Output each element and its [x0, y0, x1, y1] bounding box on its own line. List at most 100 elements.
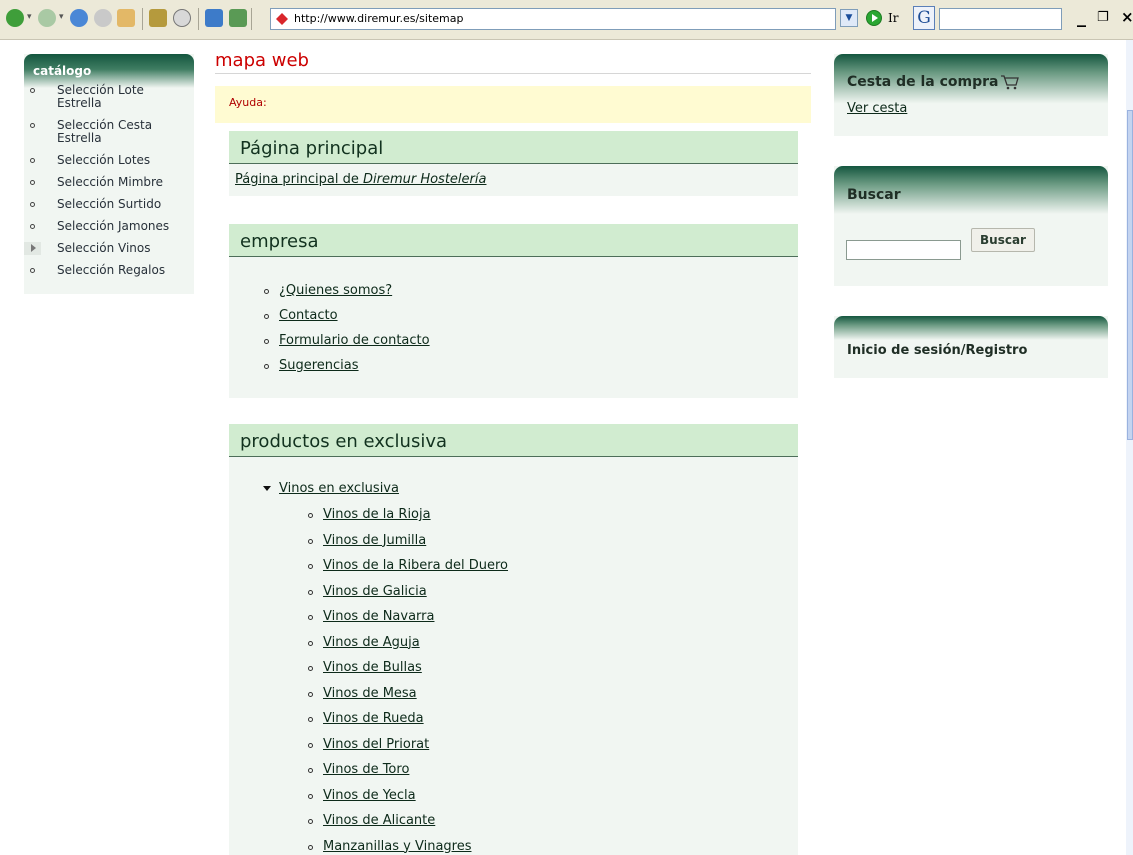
toolbar-separator — [251, 8, 252, 30]
product-link[interactable]: Vinos de Alicante — [323, 813, 435, 828]
home-link[interactable]: Página principal de Diremur Hostelería — [235, 172, 486, 187]
empresa-link[interactable]: Formulario de contacto — [279, 333, 430, 348]
google-search-input[interactable] — [939, 8, 1062, 30]
product-link[interactable]: Vinos de Rueda — [323, 711, 424, 726]
catalog-item-label[interactable]: Selección Lotes — [57, 153, 150, 167]
home-icon[interactable] — [117, 9, 135, 27]
bullet-icon — [308, 589, 313, 595]
section-productos-title: productos en exclusiva — [229, 424, 798, 457]
print-icon[interactable] — [149, 9, 167, 27]
bullet-icon — [308, 793, 313, 799]
bullet-icon — [264, 339, 269, 344]
catalog-item[interactable]: Selección Lote Estrella — [24, 84, 194, 110]
browser-toolbar: ▾ ▾ http://www.diremur.es/sitemap ▼ Ir G… — [0, 0, 1133, 40]
bullet-icon — [30, 268, 35, 273]
catalog-item[interactable]: Selección Mimbre — [24, 176, 194, 189]
catalog-item-label[interactable]: Selección Vinos — [57, 241, 151, 255]
bullet-icon — [30, 158, 35, 163]
catalog-item-label[interactable]: Selección Regalos — [57, 263, 165, 277]
bullet-icon — [30, 224, 35, 229]
site-favicon-icon — [275, 12, 289, 26]
catalog-item-label[interactable]: Selección Lote Estrella — [57, 83, 144, 110]
help-label: Ayuda: — [229, 96, 267, 109]
bullet-icon — [264, 289, 269, 294]
catalog-item[interactable]: Selección Vinos — [24, 242, 194, 255]
cart-title: Cesta de la compra — [847, 74, 999, 90]
bullet-icon — [264, 314, 269, 319]
section-home-title: Página principal — [229, 131, 798, 164]
section-home: Página principal Página principal de Dir… — [229, 131, 798, 196]
empresa-link[interactable]: Sugerencias — [279, 358, 359, 373]
help-box: Ayuda: — [215, 86, 811, 123]
product-link[interactable]: Vinos de la Rioja — [323, 507, 431, 522]
scrollbar-thumb[interactable] — [1127, 110, 1133, 440]
home-link-site-name: Diremur Hostelería — [362, 172, 487, 187]
bullet-icon — [30, 88, 35, 93]
catalog-panel: catálogo Selección Lote Estrella Selecció… — [24, 54, 194, 294]
product-link[interactable]: Vinos de Yecla — [323, 788, 416, 803]
toolbar-separator — [142, 8, 143, 30]
vinos-exclusiva-link[interactable]: Vinos en exclusiva — [279, 481, 399, 496]
catalog-item[interactable]: Selección Regalos — [24, 264, 194, 277]
catalog-item[interactable]: Selección Cesta Estrella — [24, 119, 194, 145]
connect-icon[interactable] — [229, 9, 247, 27]
bullet-icon — [30, 123, 35, 128]
bullet-icon — [308, 666, 313, 671]
search-button[interactable]: Buscar — [971, 228, 1035, 252]
expand-arrow-icon — [31, 244, 36, 252]
cart-box: Cesta de la compra Ver cesta — [834, 54, 1108, 136]
stop-icon[interactable] — [94, 9, 112, 27]
bullet-icon — [308, 513, 313, 518]
google-toolbar-icon[interactable]: G — [913, 6, 935, 30]
product-link[interactable]: Manzanillas y Vinagres — [323, 839, 472, 854]
back-dropdown-icon[interactable]: ▾ — [27, 12, 32, 22]
back-icon[interactable] — [6, 9, 24, 27]
address-dropdown-icon[interactable]: ▼ — [840, 9, 858, 27]
catalog-item[interactable]: Selección Jamones — [24, 220, 194, 233]
expand-arrow-icon[interactable] — [263, 486, 271, 491]
view-cart-link[interactable]: Ver cesta — [847, 101, 907, 116]
address-bar[interactable]: http://www.diremur.es/sitemap — [270, 8, 836, 30]
catalog-item-label[interactable]: Selección Cesta Estrella — [57, 118, 152, 145]
empresa-link[interactable]: ¿Quienes somos? — [279, 283, 392, 298]
product-link[interactable]: Vinos de Jumilla — [323, 533, 426, 548]
new-window-icon[interactable] — [205, 9, 223, 27]
bullet-icon — [308, 844, 313, 850]
search-input[interactable] — [846, 240, 961, 260]
product-link[interactable]: Vinos de Mesa — [323, 686, 417, 701]
bullet-icon — [308, 768, 313, 773]
restore-icon[interactable]: ❐ — [1097, 10, 1109, 25]
bullet-icon — [308, 819, 313, 824]
product-link[interactable]: Vinos de Galicia — [323, 584, 427, 599]
product-link[interactable]: Vinos de Toro — [323, 762, 409, 777]
search-title: Buscar — [847, 187, 901, 203]
login-box: Inicio de sesión/Registro — [834, 316, 1108, 378]
catalog-item[interactable]: Selección Surtido — [24, 198, 194, 211]
product-link[interactable]: Vinos de la Ribera del Duero — [323, 558, 508, 573]
go-icon[interactable] — [866, 10, 882, 26]
go-label[interactable]: Ir — [888, 11, 898, 25]
product-link[interactable]: Vinos del Priorat — [323, 737, 429, 752]
history-icon[interactable] — [173, 9, 191, 27]
catalog-item-label[interactable]: Selección Mimbre — [57, 175, 163, 189]
section-empresa-title: empresa — [229, 224, 798, 257]
address-text[interactable]: http://www.diremur.es/sitemap — [294, 12, 463, 25]
forward-dropdown-icon[interactable]: ▾ — [59, 12, 64, 22]
catalog-item[interactable]: Selección Lotes — [24, 154, 194, 167]
catalog-item-label[interactable]: Selección Jamones — [57, 219, 169, 233]
title-divider — [215, 73, 811, 74]
catalog-item-label[interactable]: Selección Surtido — [57, 197, 161, 211]
section-productos: productos en exclusiva Vinos en exclusiv… — [229, 424, 798, 855]
forward-icon[interactable] — [38, 9, 56, 27]
minimize-icon[interactable]: _ — [1077, 7, 1086, 28]
bullet-icon — [308, 742, 313, 748]
empresa-link[interactable]: Contacto — [279, 308, 338, 323]
bullet-icon — [308, 640, 313, 646]
login-title[interactable]: Inicio de sesión/Registro — [847, 343, 1027, 358]
product-link[interactable]: Vinos de Aguja — [323, 635, 420, 650]
refresh-icon[interactable] — [70, 9, 88, 27]
bullet-icon — [308, 564, 313, 569]
product-link[interactable]: Vinos de Bullas — [323, 660, 422, 675]
product-link[interactable]: Vinos de Navarra — [323, 609, 434, 624]
close-icon[interactable]: × — [1121, 8, 1133, 26]
